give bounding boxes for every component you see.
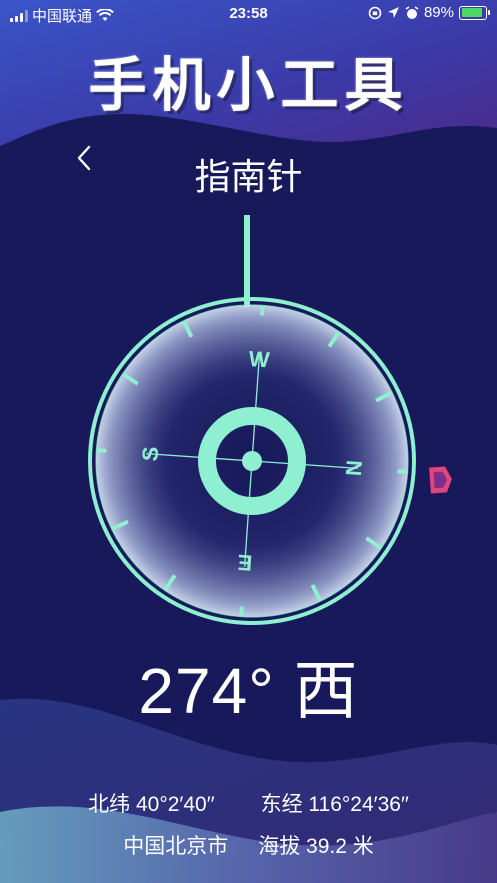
compass-cardinal-tick <box>397 469 408 474</box>
compass-screen: 中国联通 23:58 89% 手机小工具 指南针 W N E S 274° 西 … <box>0 0 497 883</box>
heading-indicator-line <box>244 215 250 307</box>
battery-percent: 89% <box>423 4 454 21</box>
orientation-lock-icon <box>368 6 382 19</box>
latitude: 北纬 40°2′40′′ <box>88 793 215 816</box>
compass-label-north: N <box>341 459 367 477</box>
heading-direction: 西 <box>293 655 359 727</box>
status-right: 89% <box>368 4 490 21</box>
location-row: 中国北京市 海拔 39.2 米 <box>0 830 497 860</box>
compass-label-south: S <box>137 446 163 462</box>
altitude: 海拔 39.2 米 <box>258 835 374 858</box>
compass-cardinal-tick <box>260 305 265 316</box>
compass-label-west: W <box>248 346 271 372</box>
status-bar: 中国联通 23:58 89% <box>0 0 497 28</box>
page-title: 指南针 <box>194 156 303 197</box>
compass-cardinal-tick <box>96 448 107 453</box>
compass-label-east: E <box>237 550 253 576</box>
location-arrow-icon <box>387 7 399 18</box>
app-title: 手机小工具 <box>88 53 409 118</box>
compass-dial: W N E S <box>88 215 452 625</box>
compass-cardinal-tick <box>239 606 244 617</box>
heading-readout: 274° 西 <box>0 640 497 732</box>
longitude: 东经 116°24′36′′ <box>260 793 409 816</box>
battery-icon <box>459 5 490 20</box>
north-marker-icon <box>429 466 452 494</box>
battery-level-fill <box>461 8 482 17</box>
city: 中国北京市 <box>123 835 229 858</box>
alarm-icon <box>405 5 419 19</box>
compass-center-dot <box>242 451 262 471</box>
coordinates-row: 北纬 40°2′40′′ 东经 116°24′36′′ <box>0 788 497 818</box>
heading-degrees: 274° <box>138 655 275 727</box>
